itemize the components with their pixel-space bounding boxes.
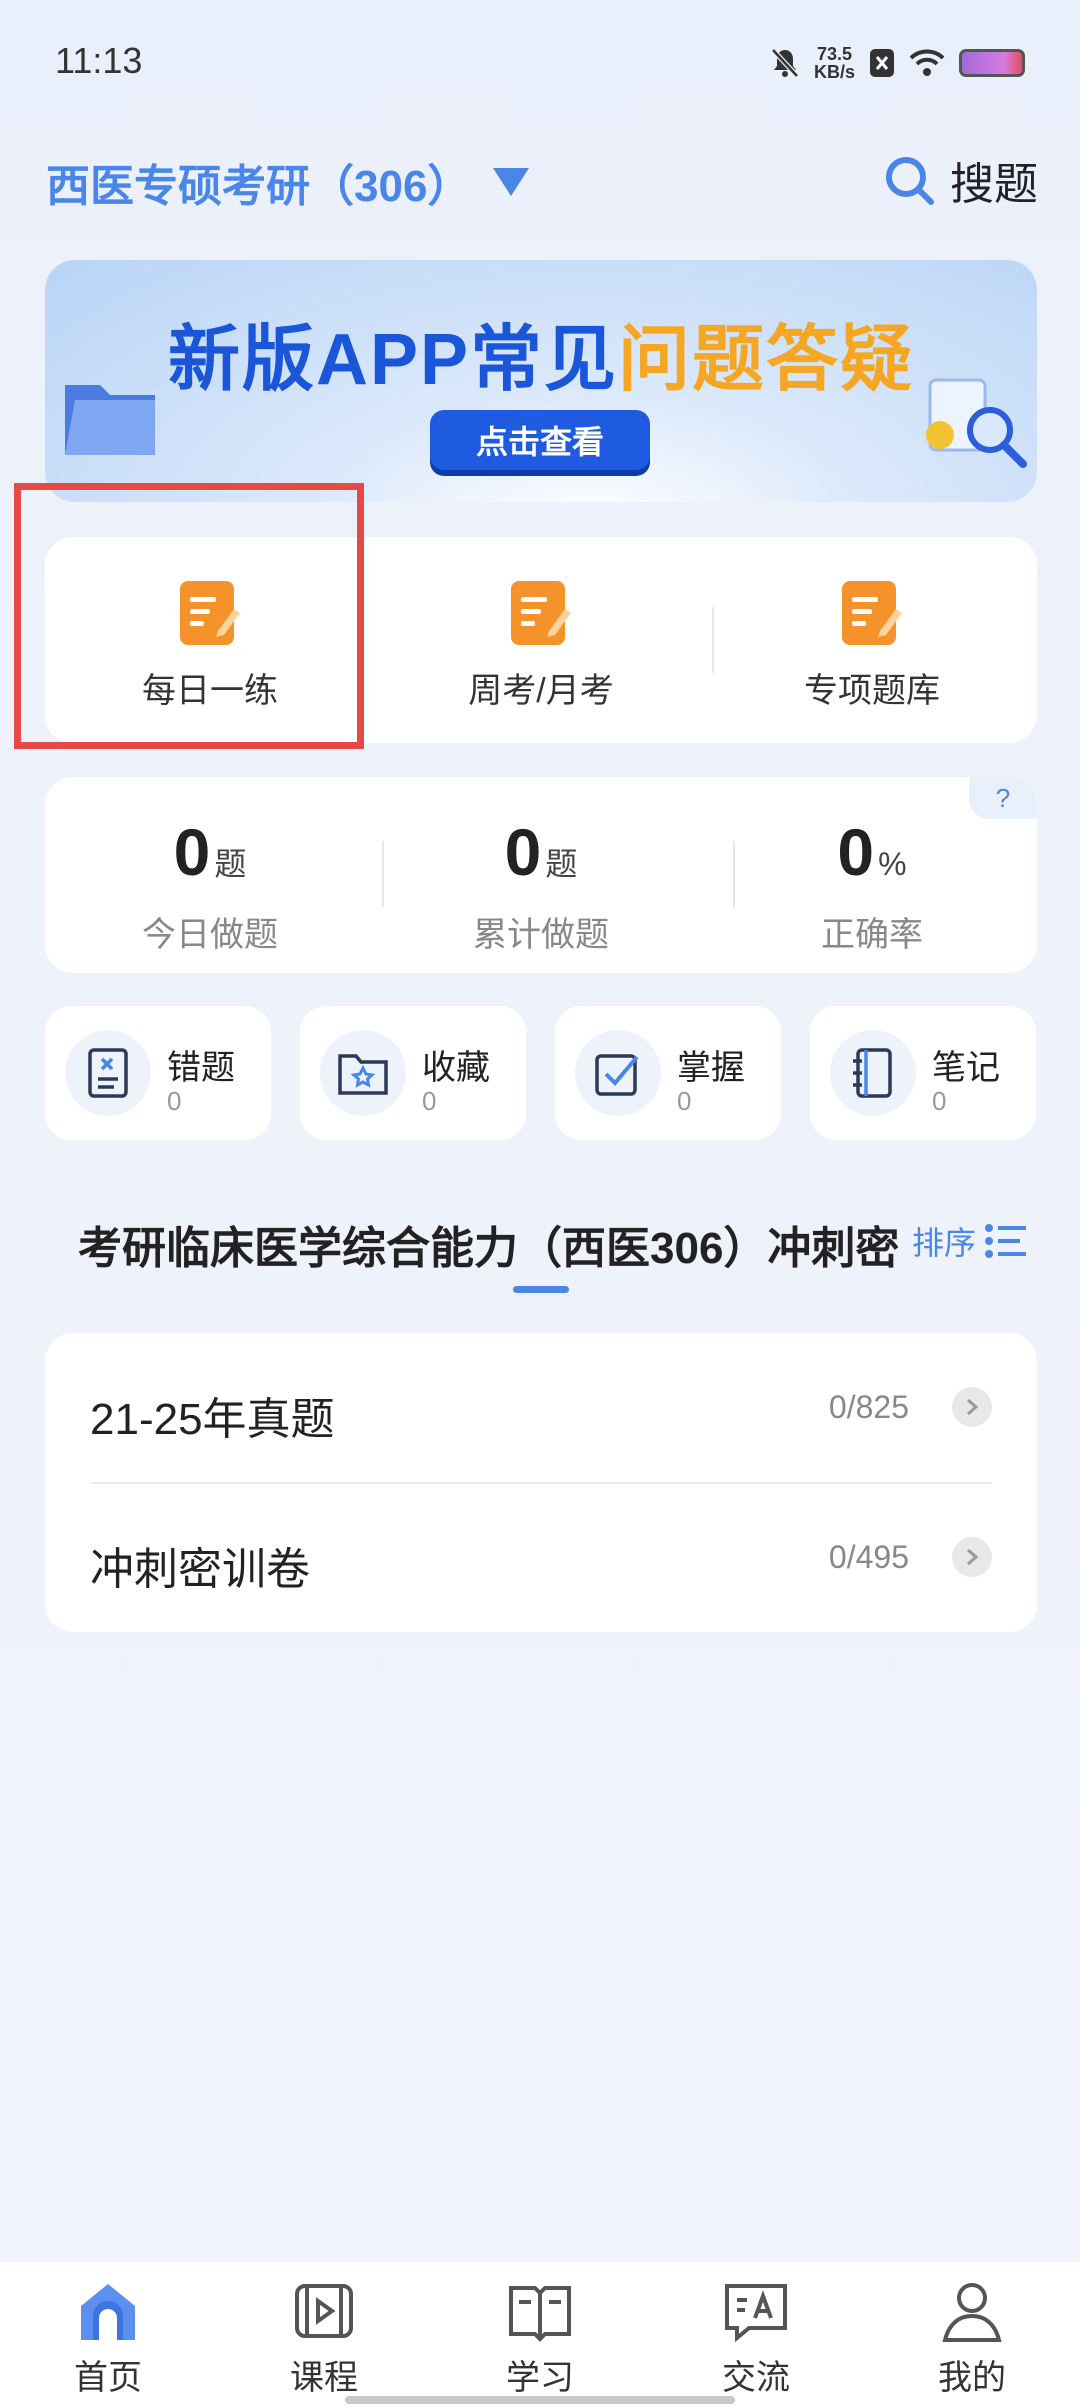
network-speed: 73.5 KB/s [814,45,855,81]
wrong-questions-tile[interactable]: 错题 0 [45,1006,271,1140]
accuracy-value: 0 [837,815,875,889]
course-play-icon [295,2284,353,2338]
today-count: 0 [173,815,211,889]
wrong-question-icon [65,1030,151,1116]
tile-label: 掌握 [677,1049,745,1087]
list-item-progress: 0/825 [828,1389,909,1425]
nav-community[interactable]: 交流 [648,2262,864,2408]
tile-count: 0 [932,1086,947,1116]
practice-label: 周考/月考 [468,672,614,710]
home-icon [81,2284,135,2340]
paper-list: 21-25年真题 0/825 冲刺密训卷 0/495 [45,1333,1037,1632]
mastered-tile[interactable]: 掌握 0 [555,1006,781,1140]
mute-bell-icon [771,48,799,78]
today-stat: 0题 今日做题 [45,777,375,956]
favorites-tile[interactable]: 收藏 0 [300,1006,526,1140]
sort-button[interactable]: 排序 [912,1218,1028,1264]
banner-title: 新版APP常见问题答疑 [45,300,1037,405]
exam-selector[interactable]: 西医专硕考研（306） [46,150,530,214]
total-stat: 0题 累计做题 [376,777,706,956]
nav-label: 学习 [506,2359,574,2397]
stats-card: ? 0题 今日做题 0题 累计做题 0% 正确率 [45,777,1037,973]
dropdown-triangle-icon [493,168,530,196]
banner-title-main: 新版APP常见 [167,320,619,400]
active-tab-indicator [513,1286,569,1293]
highlight-box [14,483,364,749]
favorite-folder-icon [320,1030,406,1116]
search-icon [886,157,934,205]
nav-label: 交流 [722,2359,790,2397]
stat-label: 正确率 [821,916,923,954]
stat-label: 今日做题 [142,916,278,954]
list-item-title: 冲刺密训卷 [90,1545,310,1594]
notebook-icon [830,1030,916,1116]
tile-count: 0 [422,1086,437,1116]
status-time: 11:13 [55,40,143,81]
tile-label: 错题 [167,1049,235,1087]
no-sim-icon [870,49,894,77]
subject-tab[interactable]: 考研临床医学综合能力（西医306）冲刺密训卷 [78,1212,898,1272]
faq-banner[interactable]: 新版APP常见问题答疑 点击查看 [45,260,1037,502]
battery-icon [959,49,1025,77]
nav-label: 课程 [290,2359,358,2397]
stat-value: 0题 [376,817,706,899]
weekly-monthly-exam-button[interactable]: 周考/月考 [376,537,706,743]
practice-label: 专项题库 [804,672,940,710]
banner-title-highlight: 问题答疑 [618,320,915,400]
sort-label: 排序 [911,1225,976,1261]
nav-course[interactable]: 课程 [216,2262,432,2408]
stat-unit: 题 [214,846,247,882]
tile-count: 0 [677,1086,692,1116]
chevron-right-icon [952,1387,992,1427]
nav-profile[interactable]: 我的 [864,2262,1080,2408]
notes-tile[interactable]: 笔记 0 [810,1006,1036,1140]
exam-doc-icon [511,581,571,645]
status-icons: 73.5 KB/s [770,40,1025,86]
banner-view-button[interactable]: 点击查看 [430,410,650,470]
nav-home[interactable]: 首页 [0,2262,216,2408]
stat-unit: % [878,846,907,882]
search-label: 搜题 [950,160,1038,209]
bottom-nav: 首页 课程 学习 交流 我的 [0,2262,1080,2408]
chevron-right-icon [952,1537,992,1577]
stat-label: 累计做题 [473,916,609,954]
sort-list-icon [985,1224,1026,1258]
nav-label: 首页 [74,2359,142,2397]
home-indicator[interactable] [345,2396,735,2404]
total-count: 0 [504,815,542,889]
profile-icon [942,2283,1002,2342]
nav-label: 我的 [938,2359,1006,2397]
tile-label: 笔记 [932,1049,1000,1087]
book-icon [509,2286,571,2342]
nav-study[interactable]: 学习 [432,2262,648,2408]
accuracy-stat: 0% 正确率 [707,777,1037,956]
chat-icon [725,2284,787,2343]
tile-count: 0 [167,1086,182,1116]
exam-name: 西医专硕考研（306） [46,162,472,211]
search-button[interactable]: 搜题 [882,148,1038,212]
list-item-title: 21-25年真题 [90,1395,335,1444]
list-item-progress: 0/495 [828,1539,909,1575]
stat-value: 0% [707,817,1037,899]
tile-label: 收藏 [422,1049,490,1087]
list-item[interactable]: 21-25年真题 0/825 [45,1333,1037,1484]
speed-value: 73.5 [816,44,853,64]
speed-unit: KB/s [813,62,855,82]
topic-bank-icon [842,581,902,645]
topic-bank-button[interactable]: 专项题库 [707,537,1037,743]
stat-unit: 题 [545,846,578,882]
list-item[interactable]: 冲刺密训卷 0/495 [45,1483,1037,1633]
stat-value: 0题 [45,817,375,899]
mastered-check-icon [575,1030,661,1116]
wifi-icon [909,49,945,76]
